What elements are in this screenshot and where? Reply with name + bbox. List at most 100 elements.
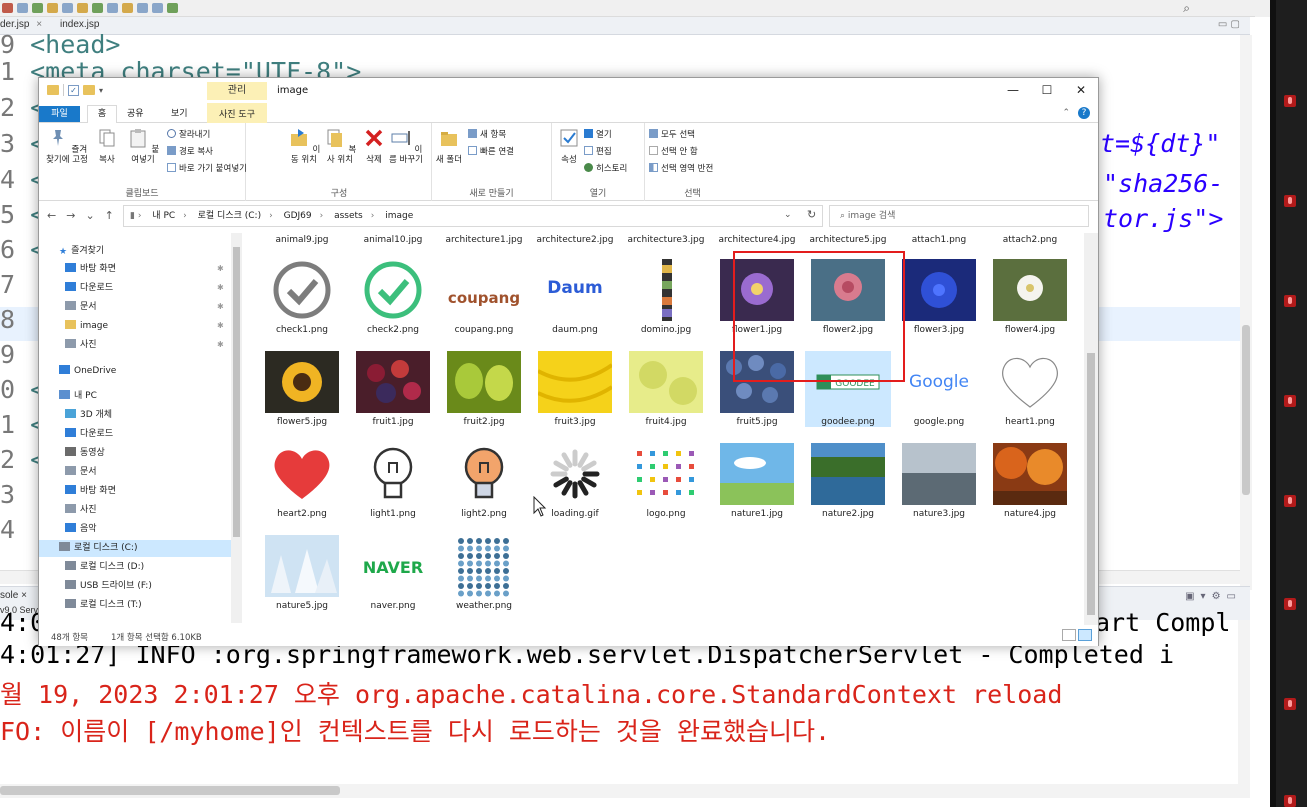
- forward-icon[interactable]: [152, 3, 163, 13]
- open-folder-icon[interactable]: [77, 3, 88, 13]
- copy-to-button[interactable]: 복사 위치: [323, 127, 357, 165]
- file-tile[interactable]: animal10.jpg: [350, 233, 436, 245]
- file-tile[interactable]: heart2.png: [259, 443, 345, 519]
- tab-picture-tools[interactable]: 사진 도구: [207, 103, 267, 123]
- properties-check-icon[interactable]: ✓: [68, 84, 79, 96]
- tab-view[interactable]: 보기: [171, 106, 188, 122]
- select-all-button[interactable]: 모두 선택: [649, 128, 695, 140]
- breadcrumb-this-pc[interactable]: 내 PC: [152, 211, 175, 221]
- nav-item[interactable]: 사진: [65, 337, 97, 354]
- maximize-button[interactable]: ☐: [1030, 78, 1064, 103]
- close-icon[interactable]: ×: [36, 19, 42, 30]
- search-box[interactable]: ⌕ image 검색: [829, 205, 1089, 227]
- open-button[interactable]: 열기: [584, 128, 612, 140]
- file-tile[interactable]: light1.png: [350, 443, 436, 519]
- file-tile[interactable]: fruit2.jpg: [441, 351, 527, 427]
- file-tile[interactable]: coupang coupang.png: [441, 259, 527, 335]
- nav-item[interactable]: 문서: [65, 299, 97, 316]
- file-tile[interactable]: architecture4.jpg: [714, 233, 800, 245]
- open-console-icon[interactable]: ▾: [1201, 591, 1206, 602]
- paste-shortcut-button[interactable]: 바로 가기 붙여넣기: [167, 162, 247, 174]
- nav-item[interactable]: ★ 즐겨찾기: [59, 243, 104, 260]
- nav-item[interactable]: 동영상: [65, 445, 105, 462]
- select-none-button[interactable]: 선택 안 함: [649, 145, 698, 157]
- tab-file[interactable]: 파일: [39, 106, 80, 122]
- console-display-icon[interactable]: ▣: [1185, 591, 1194, 602]
- properties-button[interactable]: 속성: [556, 127, 582, 165]
- file-tile[interactable]: Daum daum.png: [532, 259, 618, 335]
- file-tile[interactable]: light2.png: [441, 443, 527, 519]
- pin-console-icon[interactable]: ⚙: [1212, 591, 1221, 602]
- annotation-icon[interactable]: [122, 3, 133, 13]
- tab-home[interactable]: 홈: [87, 105, 117, 124]
- nav-item[interactable]: 로컬 디스크 (C:): [39, 540, 231, 557]
- file-tile[interactable]: weather.png: [441, 535, 527, 611]
- customize-dropdown-icon[interactable]: ▾: [99, 86, 103, 95]
- new-package-icon[interactable]: [47, 3, 58, 13]
- move-to-button[interactable]: 이동 위치: [287, 127, 321, 165]
- file-tile[interactable]: architecture1.jpg: [441, 233, 527, 245]
- file-tile[interactable]: nature4.jpg: [987, 443, 1073, 519]
- console-horizontal-scrollbar[interactable]: [0, 784, 1250, 798]
- file-list-scrollbar[interactable]: [1084, 233, 1098, 625]
- run-icon[interactable]: [17, 3, 28, 13]
- title-bar[interactable]: ✓ ▾ 관리 image — ☐ ✕: [39, 78, 1098, 103]
- chevron-right-icon[interactable]: ›: [183, 211, 187, 221]
- nav-pane-scrollbar[interactable]: [231, 233, 242, 623]
- editor-tab-1[interactable]: der.jsp ×: [0, 19, 42, 30]
- file-tile[interactable]: animal9.jpg: [259, 233, 345, 245]
- open-type-icon[interactable]: [92, 3, 103, 13]
- nav-item[interactable]: 다운로드: [65, 280, 113, 297]
- nav-item[interactable]: OneDrive: [59, 363, 116, 380]
- file-tile[interactable]: architecture5.jpg: [805, 233, 891, 245]
- file-tile[interactable]: flower5.jpg: [259, 351, 345, 427]
- file-tile[interactable]: flower4.jpg: [987, 259, 1073, 335]
- chevron-right-icon[interactable]: ›: [269, 211, 273, 221]
- file-tile[interactable]: domino.jpg: [623, 259, 709, 335]
- console-tab[interactable]: sole ×: [0, 590, 27, 601]
- back-icon[interactable]: [137, 3, 148, 13]
- nav-item[interactable]: 내 PC: [59, 388, 97, 405]
- nav-item[interactable]: 바탕 화면: [65, 483, 116, 500]
- paste-button[interactable]: 붙여넣기: [123, 127, 163, 165]
- nav-item[interactable]: 3D 개체: [65, 407, 112, 424]
- close-button[interactable]: ✕: [1064, 78, 1098, 103]
- nav-item[interactable]: 로컬 디스크 (D:): [65, 559, 144, 576]
- new-folder-icon[interactable]: [83, 85, 95, 95]
- perspective-switch[interactable]: [1255, 0, 1270, 17]
- history-button[interactable]: 히스토리: [584, 162, 627, 174]
- editor-tab-2[interactable]: index.jsp: [60, 19, 99, 30]
- copy-path-button[interactable]: 경로 복사: [167, 145, 213, 157]
- back-arrow-icon[interactable]: ←: [47, 209, 56, 222]
- file-tile[interactable]: check1.png: [259, 259, 345, 335]
- minimize-maximize-icon[interactable]: ▭ ▢: [1218, 19, 1240, 30]
- help-icon[interactable]: ?: [1078, 107, 1090, 119]
- file-tile[interactable]: flower3.jpg: [896, 259, 982, 335]
- pin-editor-icon[interactable]: [167, 3, 178, 13]
- up-arrow-icon[interactable]: ↑: [105, 209, 114, 222]
- new-item-button[interactable]: 새 항목: [468, 128, 506, 140]
- details-view-icon[interactable]: [1062, 629, 1076, 641]
- nav-item[interactable]: 사진: [65, 502, 97, 519]
- nav-item[interactable]: 문서: [65, 464, 97, 481]
- breadcrumb-assets[interactable]: assets: [334, 211, 363, 221]
- file-tile[interactable]: fruit4.jpg: [623, 351, 709, 427]
- new-folder-button[interactable]: 새 폴더: [434, 127, 464, 165]
- server-icon[interactable]: [32, 3, 43, 13]
- forward-arrow-icon[interactable]: →: [66, 209, 75, 222]
- breadcrumb-image[interactable]: image: [385, 211, 413, 221]
- edit-button[interactable]: 편집: [584, 145, 612, 157]
- collapse-ribbon-icon[interactable]: ⌃: [1062, 108, 1070, 118]
- editor-vertical-scrollbar[interactable]: [1240, 35, 1252, 590]
- file-tile[interactable]: heart1.png: [987, 351, 1073, 427]
- breadcrumb-drive-c[interactable]: 로컬 디스크 (C:): [198, 211, 261, 221]
- rename-button[interactable]: 이름 바꾸기: [389, 127, 423, 165]
- file-tile[interactable]: fruit1.jpg: [350, 351, 436, 427]
- chevron-right-icon[interactable]: ›: [371, 211, 375, 221]
- nav-item[interactable]: 로컬 디스크 (T:): [65, 597, 142, 614]
- easy-access-button[interactable]: 빠른 연결: [468, 145, 514, 157]
- file-tile[interactable]: NAVER naver.png: [350, 535, 436, 611]
- pin-button[interactable]: 즐겨찾기에 고정: [45, 127, 89, 165]
- search-toolbar-icon[interactable]: [107, 3, 118, 13]
- file-tile[interactable]: attach1.png: [896, 233, 982, 245]
